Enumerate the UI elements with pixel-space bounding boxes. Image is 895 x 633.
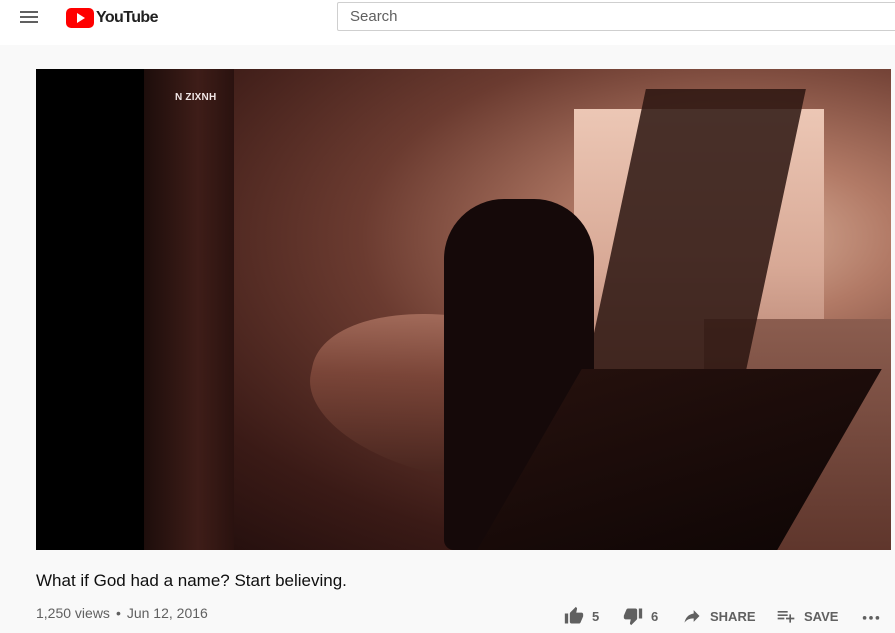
save-label: SAVE: [804, 608, 839, 624]
more-horizontal-icon: [862, 616, 880, 620]
share-label: SHARE: [710, 608, 756, 624]
logo-wordmark: YouTube: [96, 9, 158, 26]
like-count: 5: [592, 608, 600, 624]
share-arrow-icon: [684, 610, 700, 623]
masthead: YouTube: [0, 0, 895, 45]
publish-date: Jun 12, 2016: [126, 605, 208, 621]
video-player[interactable]: N ZIXNH: [36, 69, 891, 550]
view-count: 1,250 views: [36, 605, 110, 621]
search-box: [337, 2, 895, 31]
youtube-play-icon: [66, 8, 94, 28]
dislike-count: 6: [651, 608, 659, 624]
hamburger-menu-icon[interactable]: [18, 7, 42, 27]
thumbs-up-icon: [564, 606, 584, 624]
share-button[interactable]: SHARE: [682, 603, 756, 629]
thumbs-down-icon: [623, 608, 643, 626]
dislike-button[interactable]: 6: [623, 603, 658, 629]
playlist-add-icon: [777, 611, 795, 623]
youtube-logo[interactable]: YouTube: [66, 8, 158, 28]
more-actions-button[interactable]: [860, 603, 882, 629]
video-meta: 1,250 views • Jun 12, 2016: [36, 605, 208, 621]
video-title: What if God had a name? Start believing.: [36, 571, 347, 590]
video-frame: [144, 69, 891, 550]
search-input[interactable]: [338, 3, 895, 30]
save-button[interactable]: SAVE: [776, 603, 838, 629]
like-button[interactable]: 5: [564, 603, 599, 629]
meta-separator: •: [115, 605, 121, 621]
channel-watermark: N ZIXNH: [175, 92, 217, 103]
